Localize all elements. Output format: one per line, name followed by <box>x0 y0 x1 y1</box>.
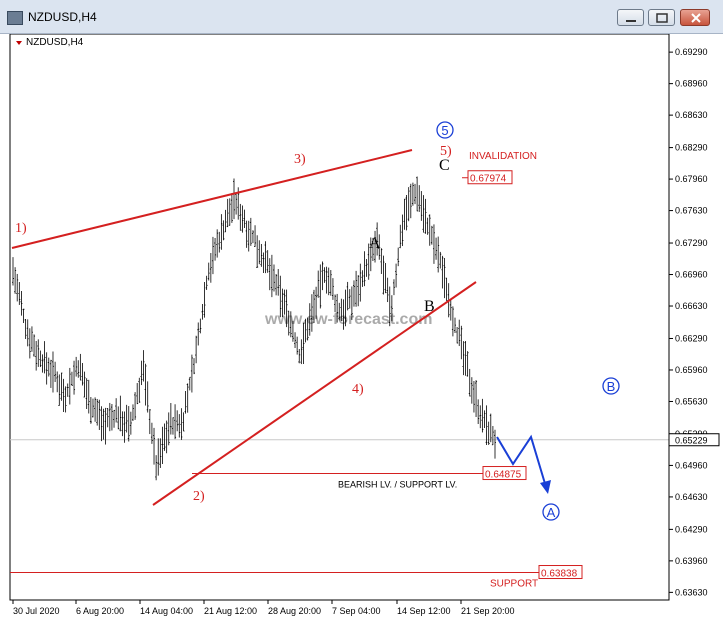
support-value: 0.63838 <box>541 569 578 580</box>
invalidation-label: INVALIDATION <box>469 151 537 162</box>
bearish-label: BEARISH LV. / SUPPORT LV. <box>338 480 457 490</box>
support-label: SUPPORT <box>490 579 538 590</box>
window-title: NZDUSD,H4 <box>28 10 97 24</box>
x-tick-label: 6 Aug 20:00 <box>76 606 124 616</box>
y-tick-label: 0.63630 <box>675 587 708 597</box>
y-tick-label: 0.67960 <box>675 174 708 184</box>
y-tick-label: 0.68290 <box>675 143 708 153</box>
y-tick-label: 0.69290 <box>675 47 708 57</box>
invalidation-value: 0.67974 <box>470 174 507 185</box>
wave-4-label: 4) <box>352 382 364 397</box>
watermark: www.ew-forecast.com <box>264 311 432 328</box>
wave-c-label: C <box>439 157 450 174</box>
y-tick-label: 0.67290 <box>675 238 708 248</box>
wave-b-label: B <box>424 298 435 315</box>
wave-3-label: 3) <box>294 152 306 167</box>
close-button[interactable] <box>680 9 710 26</box>
price-chart: 0.69290 0.68960 0.68630 0.68290 0.67960 0.676… <box>9 34 720 616</box>
x-tick-label: 7 Sep 04:00 <box>332 606 381 616</box>
wave-1-label: 1) <box>15 221 27 236</box>
y-tick-label: 0.67630 <box>675 206 708 216</box>
minimize-button[interactable] <box>617 9 644 26</box>
y-tick-label: 0.64290 <box>675 524 708 534</box>
x-tick-label: 28 Aug 20:00 <box>268 606 321 616</box>
wave-2-label: 2) <box>193 489 205 504</box>
y-tick-label: 0.65960 <box>675 365 708 375</box>
x-tick-label: 14 Aug 04:00 <box>140 606 193 616</box>
y-tick-label: 0.66960 <box>675 270 708 280</box>
wave-circle-5-label: 5 <box>441 123 448 138</box>
x-tick-label: 30 Jul 2020 <box>13 606 60 616</box>
window-titlebar: NZDUSD,H4 <box>0 0 723 34</box>
maximize-button[interactable] <box>648 9 675 26</box>
y-tick-label: 0.63960 <box>675 556 708 566</box>
wave-a-label: A <box>369 235 381 252</box>
chart-area[interactable]: 0.69290 0.68960 0.68630 0.68290 0.67960 0.676… <box>0 34 723 634</box>
x-tick-label: 21 Sep 20:00 <box>461 606 515 616</box>
y-tick-label: 0.68630 <box>675 110 708 120</box>
bearish-value: 0.64875 <box>485 470 522 481</box>
y-tick-label: 0.64630 <box>675 492 708 502</box>
wave-circle-a-label: A <box>547 505 556 520</box>
current-price-label: 0.65229 <box>675 436 708 446</box>
y-tick-label: 0.68960 <box>675 79 708 89</box>
symbol-label: NZDUSD,H4 <box>26 37 84 48</box>
x-tick-label: 21 Aug 12:00 <box>204 606 257 616</box>
y-tick-label: 0.66290 <box>675 333 708 343</box>
wave-circle-b-label: B <box>607 379 616 394</box>
y-tick-label: 0.65630 <box>675 396 708 406</box>
y-tick-label: 0.66630 <box>675 301 708 311</box>
y-tick-label: 0.64960 <box>675 460 708 470</box>
chart-window-icon <box>7 11 23 25</box>
x-tick-label: 14 Sep 12:00 <box>397 606 451 616</box>
